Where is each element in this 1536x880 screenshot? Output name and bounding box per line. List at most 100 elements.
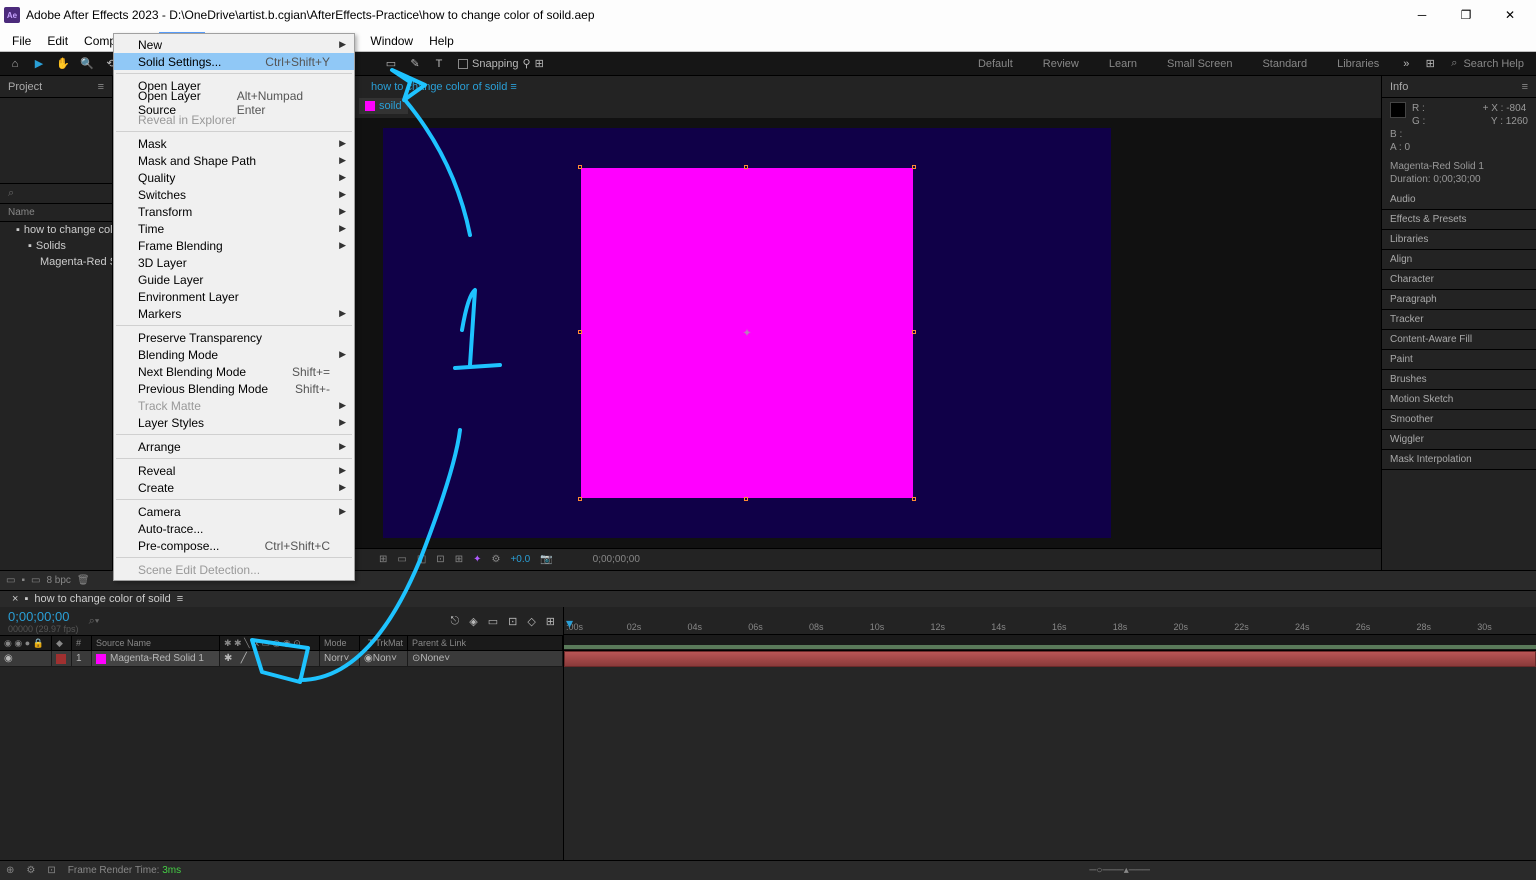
timeline-ruler[interactable]: ▾ :00s 02s 04s 06s 08s 10s 12s 14s 16s 1… <box>564 607 1536 635</box>
project-panel-header[interactable]: Project ≡ <box>0 76 112 98</box>
viewer-option-icon[interactable]: ⊞ <box>455 554 463 565</box>
snap-grid-icon[interactable]: ⊞ <box>535 57 544 70</box>
menu-file[interactable]: File <box>4 32 39 50</box>
project-search[interactable]: ⌕ <box>0 183 112 204</box>
transform-handle[interactable] <box>744 497 748 501</box>
workspace-overflow-icon[interactable]: » <box>1395 54 1417 74</box>
panel-content-aware-fill[interactable]: Content-Aware Fill <box>1382 330 1536 350</box>
menu-item-switches[interactable]: Switches▶ <box>114 186 354 203</box>
viewer-option-icon[interactable]: ◫ <box>417 554 426 565</box>
selection-tool-icon[interactable]: ▶ <box>28 54 50 74</box>
project-item-solid[interactable]: Magenta-Red Solid… <box>0 254 112 270</box>
tl-icon[interactable]: ⊡ <box>508 615 517 628</box>
menu-item-mask-and-shape-path[interactable]: Mask and Shape Path▶ <box>114 152 354 169</box>
help-search[interactable]: ⌕ Search Help <box>1443 57 1532 70</box>
layer-switches[interactable]: ◉ <box>0 651 52 666</box>
exposure-value[interactable]: +0.0 <box>510 554 530 565</box>
close-button[interactable]: ✕ <box>1488 1 1532 29</box>
workspace-review[interactable]: Review <box>1029 56 1093 72</box>
col-switches[interactable]: ◉ ◉ ● 🔒 <box>0 636 52 650</box>
workspace-libraries[interactable]: Libraries <box>1323 56 1393 72</box>
timeline-layer-row[interactable]: ◉ 1 Magenta-Red Solid 1 ✱ ╱ Norr ˅ ◉ Non… <box>0 651 563 667</box>
col-label[interactable]: ◆ <box>52 636 72 650</box>
transform-handle[interactable] <box>578 497 582 501</box>
workspace-small-screen[interactable]: Small Screen <box>1153 56 1246 72</box>
panel-smoother[interactable]: Smoother <box>1382 410 1536 430</box>
rect-tool-icon[interactable]: ▭ <box>380 54 402 74</box>
search-icon[interactable]: ⌕▾ <box>89 615 100 628</box>
menu-item-pre-compose[interactable]: Pre-compose...Ctrl+Shift+C <box>114 537 354 554</box>
status-icon[interactable]: ⊕ <box>6 865 14 876</box>
menu-item-blending-mode[interactable]: Blending Mode▶ <box>114 346 354 363</box>
panel-paint[interactable]: Paint <box>1382 350 1536 370</box>
menu-item-arrange[interactable]: Arrange▶ <box>114 438 354 455</box>
menu-window[interactable]: Window <box>362 32 421 50</box>
menu-item-preserve-transparency[interactable]: Preserve Transparency <box>114 329 354 346</box>
panel-menu-icon[interactable]: ≡ <box>1522 81 1528 93</box>
menu-item-next-blending-mode[interactable]: Next Blending ModeShift+= <box>114 363 354 380</box>
transform-handle[interactable] <box>744 165 748 169</box>
menu-item-mask[interactable]: Mask▶ <box>114 135 354 152</box>
viewer-option-icon[interactable]: ⊡ <box>436 554 444 565</box>
transform-handle[interactable] <box>912 330 916 334</box>
project-item-solids-folder[interactable]: ▪ Solids <box>0 238 112 254</box>
tl-icon[interactable]: ⎋ <box>451 615 460 628</box>
footer-icon[interactable]: ▭ <box>6 575 15 586</box>
col-parent[interactable]: Parent & Link <box>408 636 563 650</box>
menu-item-guide-layer[interactable]: Guide Layer <box>114 271 354 288</box>
solid-layer[interactable] <box>581 168 913 498</box>
col-switches-2[interactable]: ✱ ✱ ╲ fx ▭ ◉ ◉ ⊙ <box>220 636 320 650</box>
col-trkmat[interactable]: TTrkMat <box>360 636 408 650</box>
track-area[interactable] <box>564 651 1536 860</box>
layer-switches-2[interactable]: ✱ ╱ <box>220 651 320 666</box>
pen-tool-icon[interactable]: ✎ <box>404 54 426 74</box>
menu-edit[interactable]: Edit <box>39 32 76 50</box>
workspace-learn[interactable]: Learn <box>1095 56 1151 72</box>
menu-item-layer-styles[interactable]: Layer Styles▶ <box>114 414 354 431</box>
status-icon[interactable]: ⚙ <box>26 865 35 876</box>
menu-item-frame-blending[interactable]: Frame Blending▶ <box>114 237 354 254</box>
footer-icon[interactable]: ▭ <box>31 575 40 586</box>
snapping-toggle[interactable]: Snapping ⚲ ⊞ <box>458 57 544 70</box>
layer-trkmat[interactable]: ◉ Non˅ <box>360 651 408 666</box>
panel-menu-icon[interactable]: ≡ <box>177 593 183 605</box>
layer-mode[interactable]: Norr ˅ <box>320 651 360 666</box>
transform-handle[interactable] <box>578 330 582 334</box>
menu-help[interactable]: Help <box>421 32 462 50</box>
project-item-comp[interactable]: ▪ how to change color of… <box>0 222 112 238</box>
transform-handle[interactable] <box>912 497 916 501</box>
menu-item-new[interactable]: New▶ <box>114 36 354 53</box>
layer-name-cell[interactable]: Magenta-Red Solid 1 <box>92 651 220 666</box>
menu-item-transform[interactable]: Transform▶ <box>114 203 354 220</box>
panel-menu-icon[interactable]: ⊞ <box>1419 54 1441 74</box>
maximize-button[interactable]: ❐ <box>1444 1 1488 29</box>
panel-character[interactable]: Character <box>1382 270 1536 290</box>
camera-icon[interactable]: 📷 <box>540 554 552 565</box>
lock-icon[interactable]: ▪ <box>24 593 28 605</box>
tl-icon[interactable]: ◈ <box>469 615 477 628</box>
work-area-bar[interactable] <box>564 635 1536 651</box>
menu-item-3d-layer[interactable]: 3D Layer <box>114 254 354 271</box>
col-index[interactable]: # <box>72 636 92 650</box>
tl-icon[interactable]: ◇ <box>527 615 535 628</box>
panel-effects-presets[interactable]: Effects & Presets <box>1382 210 1536 230</box>
menu-item-reveal[interactable]: Reveal▶ <box>114 462 354 479</box>
magnet-icon[interactable]: ⚲ <box>523 57 531 70</box>
menu-item-auto-trace[interactable]: Auto-trace... <box>114 520 354 537</box>
col-mode[interactable]: Mode <box>320 636 360 650</box>
panel-mask-interpolation[interactable]: Mask Interpolation <box>1382 450 1536 470</box>
menu-item-time[interactable]: Time▶ <box>114 220 354 237</box>
info-panel-header[interactable]: Info ≡ <box>1382 76 1536 98</box>
status-icon[interactable]: ⊡ <box>47 865 55 876</box>
menu-item-quality[interactable]: Quality▶ <box>114 169 354 186</box>
bpc-label[interactable]: 8 bpc <box>46 575 70 586</box>
timeline-tab[interactable]: × ▪ how to change color of soild ≡ <box>4 592 191 606</box>
menu-item-environment-layer[interactable]: Environment Layer <box>114 288 354 305</box>
current-timecode[interactable]: 0;00;00;00 <box>8 609 79 624</box>
hand-tool-icon[interactable]: ✋ <box>52 54 74 74</box>
layer-color[interactable] <box>52 651 72 666</box>
panel-brushes[interactable]: Brushes <box>1382 370 1536 390</box>
panel-paragraph[interactable]: Paragraph <box>1382 290 1536 310</box>
panel-audio[interactable]: Audio <box>1382 190 1536 210</box>
layer-tab[interactable]: soild <box>359 98 408 114</box>
